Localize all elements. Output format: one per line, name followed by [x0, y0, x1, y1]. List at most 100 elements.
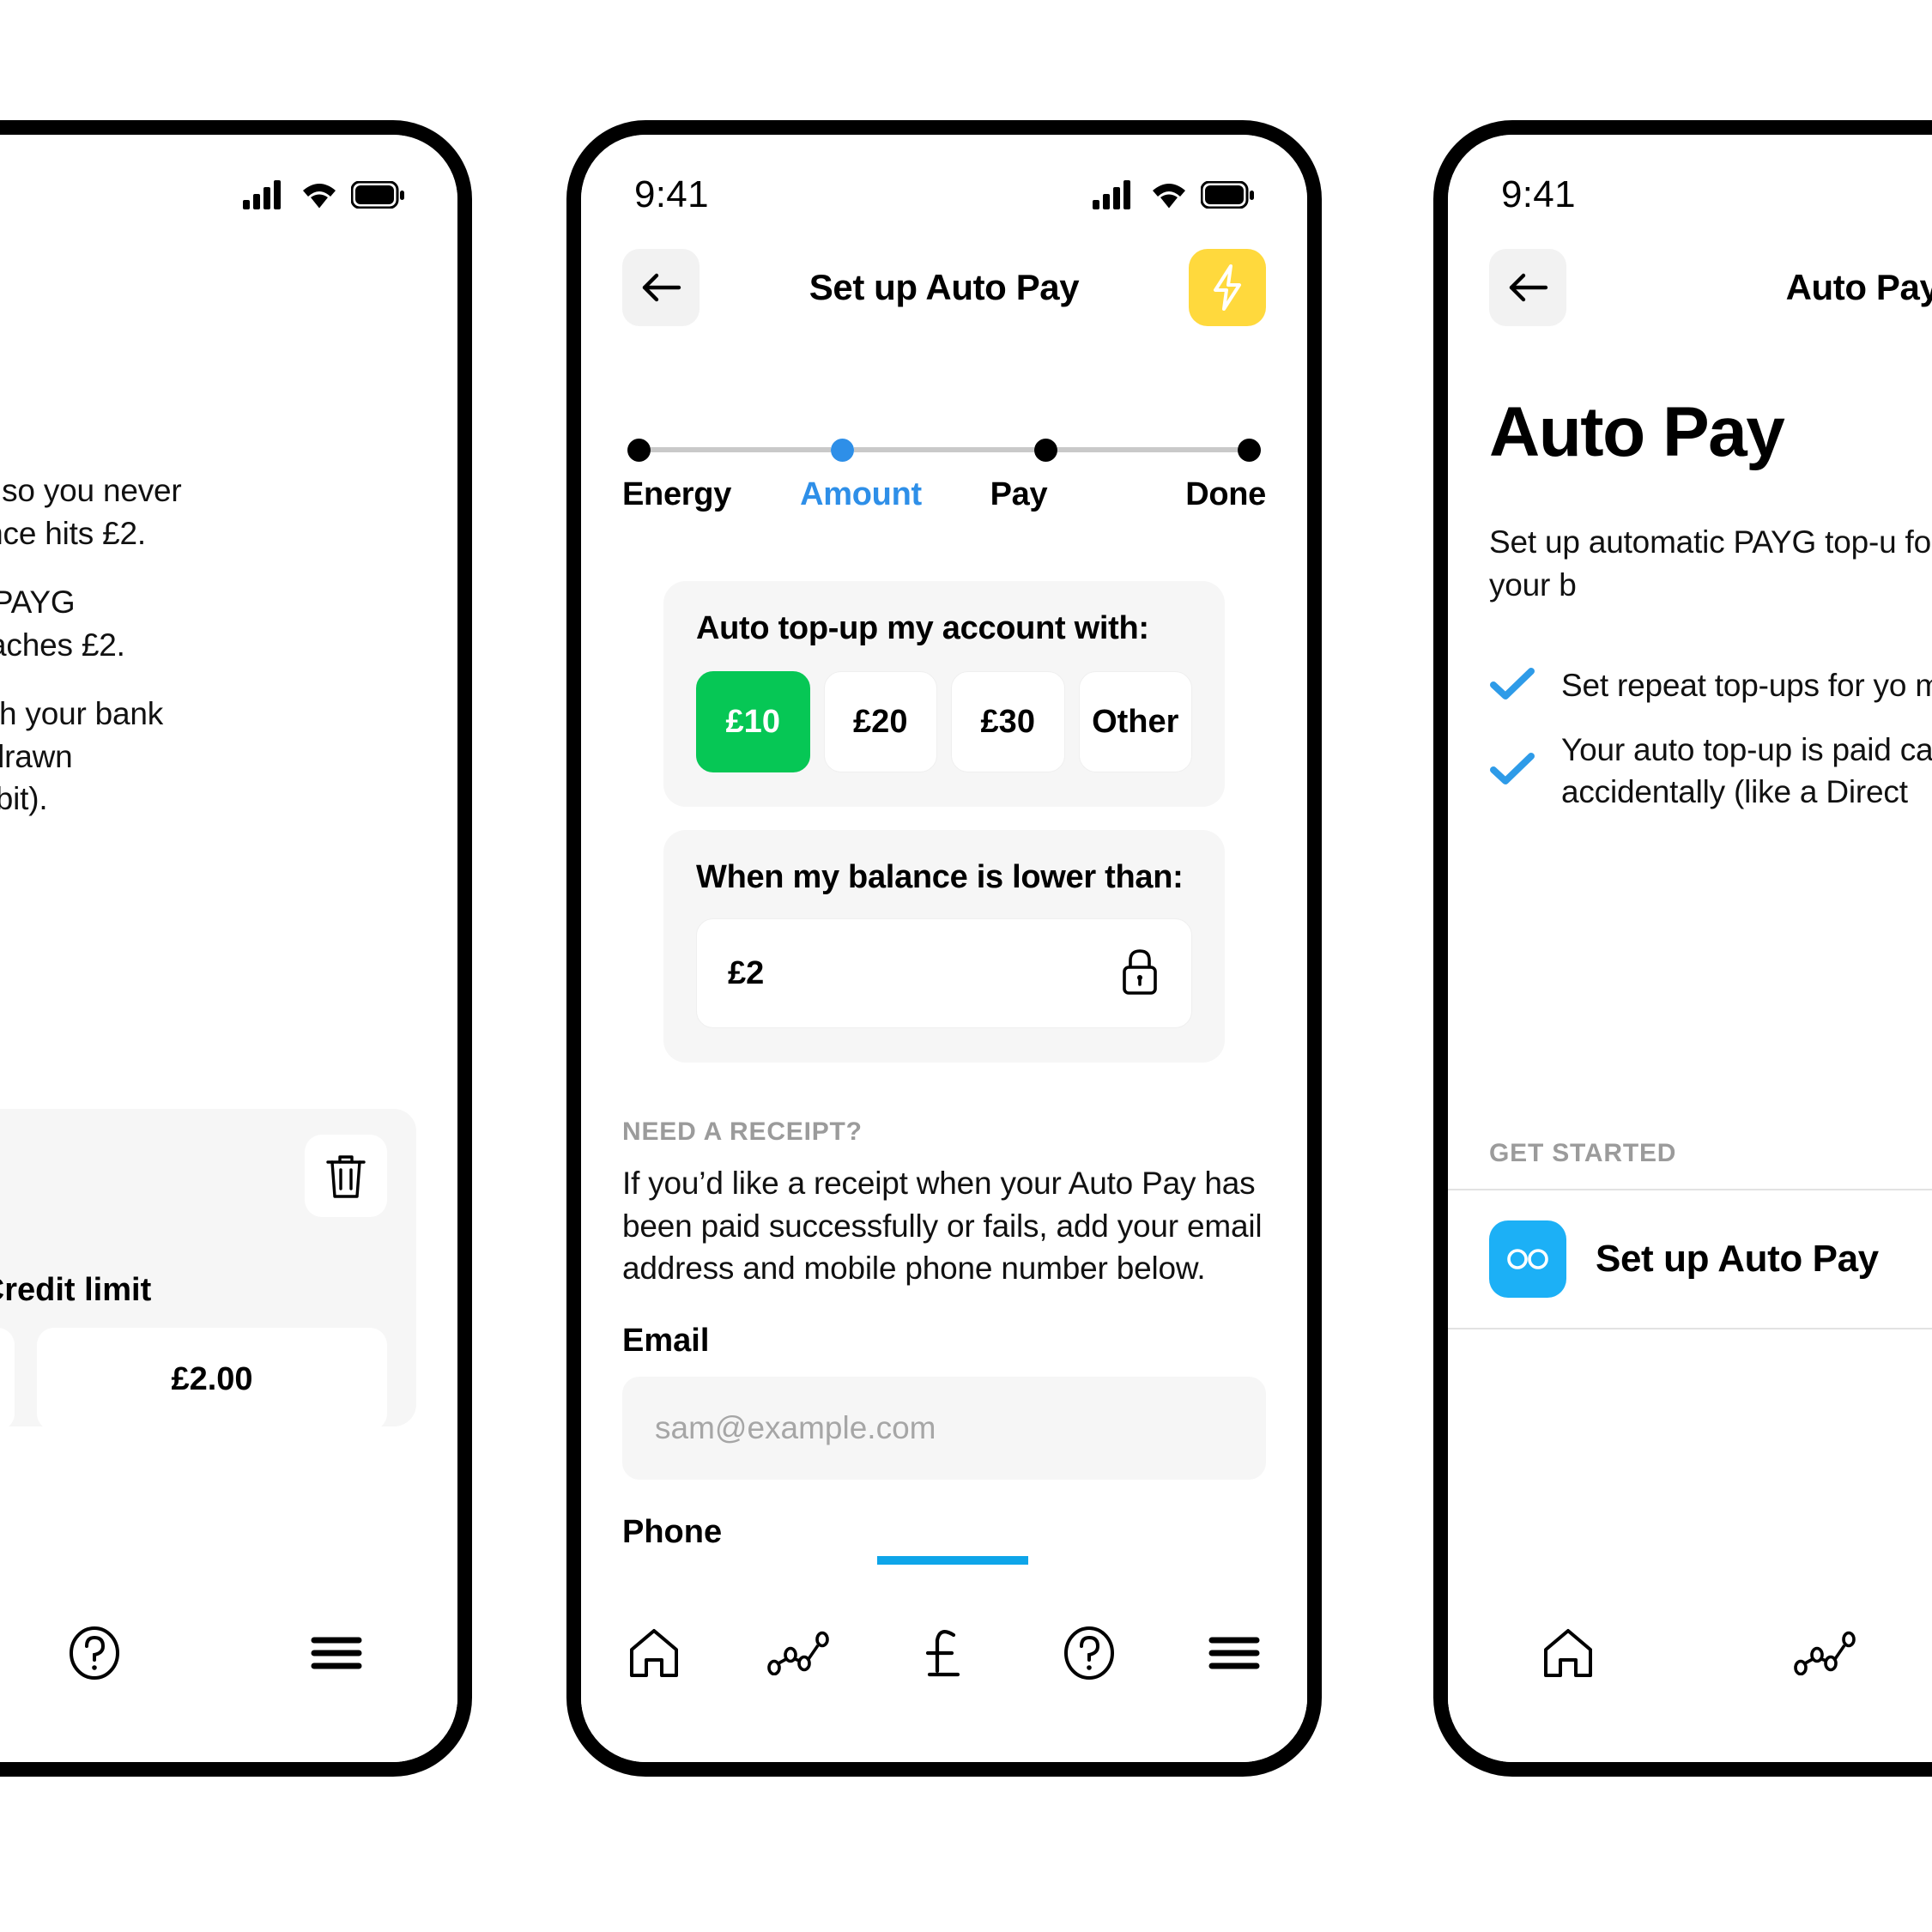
auto-pay-heading: Auto Pay	[1489, 393, 1785, 471]
credit-limit-label: Credit limit	[0, 1272, 152, 1308]
page-title-middle: Set up Auto Pay	[809, 267, 1080, 307]
left-para-line-1: c PAYG top-ups so you never	[0, 473, 182, 508]
nav-bar-left: Auto Pay	[0, 236, 457, 339]
tab-help-middle[interactable]	[1038, 1614, 1141, 1692]
set-up-auto-pay-row[interactable]: Set up Auto Pay	[1448, 1190, 1932, 1328]
left-para-line-6: ll never go overdrawn	[0, 738, 73, 774]
tab-pay-middle[interactable]	[893, 1614, 996, 1692]
nav-bar-middle: Set up Auto Pay	[581, 236, 1307, 339]
trash-icon[interactable]	[305, 1135, 387, 1217]
screenshot-canvas: Auto Pay c PAYG top-ups so you never whe…	[0, 0, 1932, 1932]
setup-stepper: Energy Amount Pay Done	[622, 435, 1266, 513]
left-para-line-2: when your balance hits £2.	[0, 515, 146, 551]
receipt-kicker: NEED A RECEIPT?	[622, 1117, 863, 1146]
auto-pay-intro-text: Set up automatic PAYG top-u forget to to…	[1489, 524, 1932, 603]
nav-bar-right: Auto Pay	[1448, 236, 1932, 339]
phone-left: Auto Pay c PAYG top-ups so you never whe…	[0, 120, 472, 1777]
benefit-text: Set repeat top-ups for yo meter when you…	[1561, 668, 1932, 703]
tab-usage-right[interactable]	[1774, 1614, 1877, 1692]
back-arrow-icon[interactable]	[1489, 249, 1566, 326]
topup-amount-title: Auto top-up my account with:	[696, 610, 1149, 646]
phone-label: Phone	[622, 1513, 723, 1550]
tab-menu-middle[interactable]	[1183, 1614, 1286, 1692]
wifi-icon	[1149, 179, 1189, 210]
back-arrow-icon[interactable]	[622, 249, 700, 326]
phone-middle: 9:41 Set up Auto Pay Energy Amount Pay D…	[566, 120, 1322, 1777]
status-bar-right: 9:41	[1448, 135, 1932, 229]
left-para-line-5: op-up is paid with your bank	[0, 696, 164, 731]
battery-icon	[351, 181, 404, 209]
phone-middle-screen: 9:41 Set up Auto Pay Energy Amount Pay D…	[581, 135, 1307, 1762]
tab-help-left[interactable]	[43, 1614, 146, 1692]
topup-amount-card: Auto top-up my account with: £10 £20 £30…	[663, 581, 1225, 807]
step-label-amount[interactable]: Amount	[778, 476, 943, 513]
step-line-2	[854, 447, 1034, 452]
benefit-item: Your auto top-up is paid card, so you’ll…	[1489, 730, 1932, 814]
stepper-labels: Energy Amount Pay Done	[622, 476, 1266, 513]
wifi-icon	[300, 179, 339, 210]
step-dot-energy[interactable]	[627, 438, 651, 462]
status-icons-left	[243, 179, 404, 210]
benefit-text: Your auto top-up is paid card, so you’ll…	[1561, 731, 1932, 809]
stepper-track	[622, 435, 1266, 464]
step-dot-pay[interactable]	[1034, 438, 1057, 462]
cellular-icon	[1093, 179, 1137, 210]
step-line-3	[1057, 447, 1238, 452]
left-para-line-4: your balance reaches £2.	[0, 627, 125, 663]
step-dot-amount[interactable]	[831, 438, 854, 462]
battery-icon	[1201, 181, 1254, 209]
step-label-done[interactable]: Done	[1101, 476, 1266, 513]
step-label-energy[interactable]: Energy	[622, 476, 787, 513]
status-time-middle: 9:41	[634, 173, 709, 215]
tab-bar-left	[0, 1565, 457, 1762]
email-input[interactable]: sam@example.com	[622, 1376, 1266, 1480]
step-dot-done[interactable]	[1238, 438, 1261, 462]
phone-left-screen: Auto Pay c PAYG top-ups so you never whe…	[0, 135, 457, 1762]
lock-icon	[1119, 947, 1160, 1001]
get-started-kicker: GET STARTED	[1489, 1139, 1677, 1167]
step-label-pay[interactable]: Pay	[936, 476, 1101, 513]
page-title-right: Auto Pay	[1785, 267, 1932, 307]
topup-amount-options: £10 £20 £30 Other	[696, 671, 1192, 772]
check-icon	[1489, 751, 1535, 791]
credit-limit-card: Credit limit £2.00	[0, 1109, 416, 1431]
balance-threshold-field[interactable]: £2	[696, 918, 1192, 1028]
status-bar-left	[0, 135, 457, 229]
email-label: Email	[622, 1322, 710, 1359]
tab-menu-left[interactable]	[285, 1614, 388, 1692]
status-bar-middle: 9:41	[581, 135, 1307, 229]
credit-limit-field-left[interactable]	[0, 1328, 15, 1431]
balance-threshold-value: £2	[728, 954, 765, 991]
set-up-auto-pay-label: Set up Auto Pay	[1596, 1238, 1879, 1280]
infinity-icon	[1489, 1220, 1566, 1298]
divider-bottom	[1448, 1328, 1932, 1329]
amount-option-other[interactable]: Other	[1078, 671, 1192, 772]
amount-option-30[interactable]: £30	[951, 671, 1065, 772]
check-icon	[1489, 666, 1535, 706]
tab-usage-middle[interactable]	[748, 1614, 851, 1692]
left-benefit-1: op-ups for your PAYG your balance reache…	[0, 581, 432, 666]
balance-threshold-card: When my balance is lower than: £2	[663, 830, 1225, 1063]
left-intro-clip: c PAYG top-ups so you never when your ba…	[0, 469, 432, 554]
amount-option-20[interactable]: £20	[823, 671, 937, 772]
credit-limit-fields: £2.00	[0, 1328, 387, 1431]
balance-threshold-title: When my balance is lower than:	[696, 859, 1184, 895]
lightning-bolt-icon[interactable]	[1189, 249, 1266, 326]
step-line-1	[651, 447, 831, 452]
page-title-left: Auto Pay	[0, 267, 416, 308]
tab-bar-middle	[581, 1565, 1307, 1762]
tab-home-right[interactable]	[1517, 1614, 1620, 1692]
tab-bar-right	[1448, 1565, 1932, 1762]
amount-option-10[interactable]: £10	[696, 671, 810, 772]
left-para-line-3: op-ups for your PAYG	[0, 584, 76, 620]
phone-right-screen: 9:41 Auto Pay Auto Pay Set up automatic …	[1448, 135, 1932, 1762]
phone-right: 9:41 Auto Pay Auto Pay Set up automatic …	[1433, 120, 1932, 1777]
left-para-line-7: (like a Direct Debit).	[0, 781, 48, 817]
credit-limit-value[interactable]: £2.00	[37, 1328, 387, 1431]
auto-pay-benefits: Set repeat top-ups for yo meter when you…	[1489, 665, 1932, 835]
status-icons-middle	[1093, 179, 1254, 210]
cellular-icon	[243, 179, 288, 210]
left-benefit-2: op-up is paid with your bank ll never go…	[0, 693, 432, 821]
tab-home-middle[interactable]	[603, 1614, 706, 1692]
status-time-right: 9:41	[1501, 173, 1576, 215]
